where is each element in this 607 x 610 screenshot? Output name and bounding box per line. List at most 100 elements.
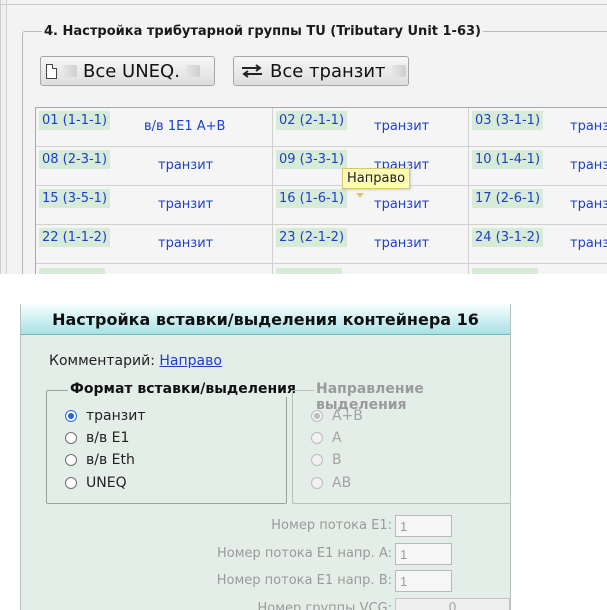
dialog-header: Настройка вставки/выделения контейнера 1… xyxy=(21,304,510,335)
tu-cell[interactable]: 16 (1-6-1) транзит xyxy=(273,186,469,225)
divider xyxy=(0,4,607,5)
tu-cell-id: 10 (1-4-1) xyxy=(472,150,544,169)
comment-label: Комментарий: xyxy=(49,353,155,369)
direction-option-b: B xyxy=(311,452,342,468)
e1-stream-input[interactable] xyxy=(395,515,452,537)
tu-cell[interactable]: 17 (2-6-1) транз xyxy=(469,186,607,225)
tu-cell-id: 02 (2-1-1) xyxy=(276,111,348,130)
tu-cell-id: 16 (1-6-1) xyxy=(276,189,348,208)
direction-option-label: A xyxy=(332,430,342,446)
tu-cell-id: 08 (2-3-1) xyxy=(39,150,111,169)
format-option-e1[interactable]: в/в E1 xyxy=(65,430,129,446)
tu-cell[interactable] xyxy=(469,264,607,274)
tu-cell[interactable]: 02 (2-1-1) транзит xyxy=(273,108,469,147)
tu-cell[interactable]: 10 (1-4-1) транз xyxy=(469,147,607,186)
fade-icon xyxy=(63,65,77,77)
tu-fieldset-legend: 4. Настройка трибутарной группы TU (Trib… xyxy=(42,24,483,39)
tu-cell-mode: транз xyxy=(570,236,607,251)
direction-option-label: A+B xyxy=(332,408,363,424)
all-transit-label: Все транзит xyxy=(270,60,386,82)
tu-cell-id: 23 (2-1-2) xyxy=(276,228,348,247)
comment-row: Комментарий: Направо xyxy=(49,353,222,369)
tu-cell-id xyxy=(39,268,105,274)
divider xyxy=(0,0,1,274)
e1-stream-a-label: Номер потока E1 напр. A: xyxy=(217,546,392,561)
tu-cell-mode: транзит xyxy=(158,236,214,251)
tu-cell-mode: транзит xyxy=(374,119,430,134)
radio-button[interactable] xyxy=(65,432,77,444)
format-option-transit[interactable]: транзит xyxy=(65,408,145,424)
radio-button xyxy=(311,432,323,444)
format-option-eth[interactable]: в/в Eth xyxy=(65,452,135,468)
direction-option-label: B xyxy=(332,452,342,468)
tu-cell[interactable]: 24 (3-1-2) транз xyxy=(469,225,607,264)
tu-cell-mode: транзит xyxy=(374,236,430,251)
radio-button[interactable] xyxy=(65,454,77,466)
format-option-label: транзит xyxy=(86,408,146,424)
tu-cell-id xyxy=(472,268,538,274)
radio-button xyxy=(311,454,323,466)
tooltip: Направо xyxy=(342,168,411,189)
tu-cell-mode: транзит xyxy=(158,197,214,212)
e1-stream-label: Номер потока E1: xyxy=(271,518,392,533)
e1-stream-b-input[interactable] xyxy=(395,570,452,592)
vcg-select-value: 0 xyxy=(448,601,457,610)
format-option-label: UNEQ xyxy=(86,475,127,491)
tu-cell-id: 15 (3-5-1) xyxy=(39,189,111,208)
vcg-select[interactable]: 0 xyxy=(395,598,510,610)
tu-cell[interactable]: 01 (1-1-1) в/в 1E1 A+B xyxy=(36,108,273,147)
e1-stream-b-label: Номер потока E1 напр. B: xyxy=(216,573,392,588)
tu-grid: 01 (1-1-1) в/в 1E1 A+B 02 (2-1-1) транзи… xyxy=(35,107,607,274)
e1-stream-row: Номер потока E1: xyxy=(21,515,510,537)
direction-option-ab-plus: A+B xyxy=(311,408,363,424)
vcg-label: Номер группы VCG: xyxy=(257,601,392,610)
tu-cell-mode: транзит xyxy=(158,158,214,173)
tu-cell-id: 22 (1-1-2) xyxy=(39,228,111,247)
container-dialog: Настройка вставки/выделения контейнера 1… xyxy=(20,304,511,610)
radio-button xyxy=(311,477,323,489)
tu-cell-id xyxy=(276,268,342,274)
tu-cell[interactable]: 23 (2-1-2) транзит xyxy=(273,225,469,264)
radio-button xyxy=(311,410,323,422)
tu-cell-id: 03 (3-1-1) xyxy=(472,111,544,130)
e1-stream-b-row: Номер потока E1 напр. B: xyxy=(21,570,510,592)
direction-option-a: A xyxy=(311,430,342,446)
fade-icon xyxy=(185,65,200,77)
fade-icon xyxy=(391,65,406,77)
tu-cell[interactable]: 03 (3-1-1) транз xyxy=(469,108,607,147)
tu-cell-mode: транз xyxy=(570,197,607,212)
format-option-uneq[interactable]: UNEQ xyxy=(65,475,127,491)
tu-cell-id: 24 (3-1-2) xyxy=(472,228,544,247)
tu-cell[interactable]: 15 (3-5-1) транзит xyxy=(36,186,273,225)
radio-button[interactable] xyxy=(65,410,77,422)
swap-arrows-icon xyxy=(242,64,262,78)
tu-cell-id: 09 (3-3-1) xyxy=(276,150,348,169)
tu-cell-id: 17 (2-6-1) xyxy=(472,189,544,208)
tu-cell[interactable]: 08 (2-3-1) транзит xyxy=(36,147,273,186)
e1-stream-a-input[interactable] xyxy=(395,543,452,565)
tu-cell[interactable] xyxy=(273,264,469,274)
e1-stream-a-row: Номер потока E1 напр. A: xyxy=(21,543,510,565)
radio-button[interactable] xyxy=(65,477,77,489)
tu-cell-mode: транзит xyxy=(374,197,430,212)
format-option-label: в/в E1 xyxy=(86,430,130,446)
direction-option-label: AB xyxy=(332,475,352,491)
tu-cell-mode: транз xyxy=(570,158,607,173)
all-transit-button[interactable]: Все транзит xyxy=(233,56,409,86)
all-uneq-label: Все UNEQ. xyxy=(83,60,180,82)
tributary-panel: 4. Настройка трибутарной группы TU (Trib… xyxy=(0,0,607,274)
direction-option-ab: AB xyxy=(311,475,351,491)
tu-cell[interactable] xyxy=(36,264,273,274)
comment-link[interactable]: Направо xyxy=(159,353,222,369)
all-uneq-button[interactable]: Все UNEQ. xyxy=(40,56,215,86)
tu-cell[interactable]: 22 (1-1-2) транзит xyxy=(36,225,273,264)
tooltip-pointer xyxy=(356,193,364,198)
vcg-row: Номер группы VCG: 0 xyxy=(21,598,510,610)
dialog-title: Настройка вставки/выделения контейнера 1… xyxy=(52,310,479,329)
document-icon xyxy=(46,63,57,79)
format-option-label: в/в Eth xyxy=(86,452,135,468)
tu-cell-mode: транз xyxy=(570,119,607,134)
tu-cell-mode: в/в 1E1 A+B xyxy=(144,119,226,134)
tu-cell-id: 01 (1-1-1) xyxy=(39,111,111,130)
format-legend: Формат вставки/выделения xyxy=(68,381,298,397)
